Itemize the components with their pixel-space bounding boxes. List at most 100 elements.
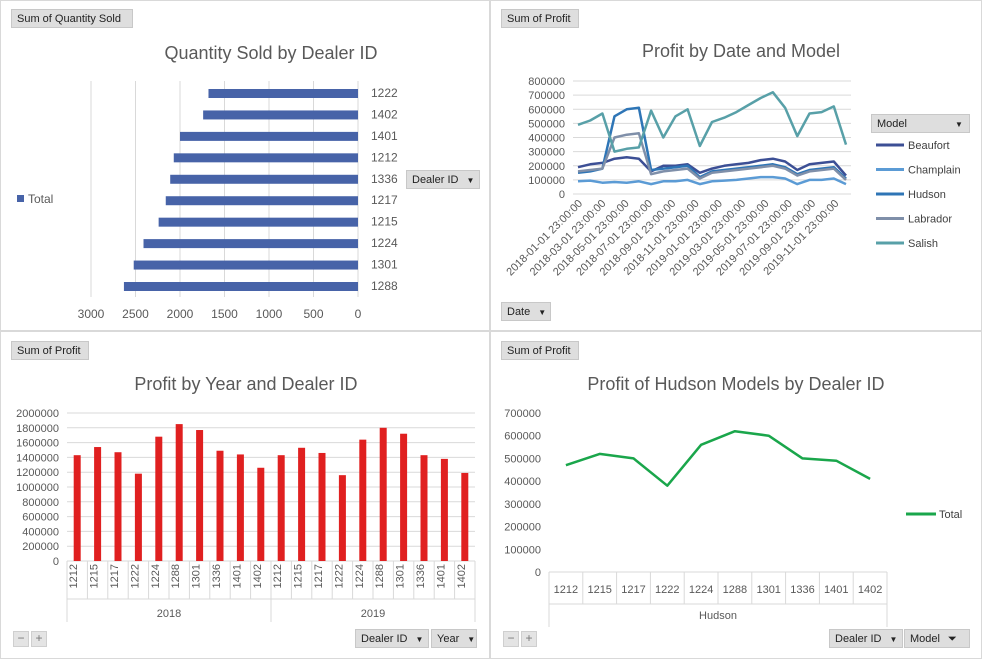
y-tick-label: 200000 (504, 522, 541, 534)
x-tick-label: 1215 (587, 584, 611, 596)
zoom-in-button[interactable]: + (31, 631, 47, 647)
x-tick-label: 1288 (723, 584, 747, 596)
dealer-id-axis-button[interactable]: Dealer ID ▼ (355, 629, 429, 648)
bar (155, 436, 163, 561)
x-tick-label: 1224 (150, 564, 162, 588)
dealer-id-axis-button[interactable]: Dealer ID ▼ (406, 170, 480, 189)
bar (216, 450, 224, 561)
bar (208, 89, 358, 98)
y-tick-label: 400000 (504, 476, 541, 488)
legend-label: Beaufort (908, 140, 950, 152)
y-tick-label: 300000 (528, 147, 565, 159)
x-tick-label: 1222 (129, 564, 141, 588)
x-tick-label: 1217 (109, 564, 121, 588)
bar (143, 239, 358, 249)
bar (298, 447, 306, 561)
x-tick-label: 1401 (435, 564, 447, 588)
y-tick-label: 800000 (22, 497, 59, 509)
chart-panel-hudson[interactable]: Sum of Profit Profit of Hudson Models by… (490, 331, 982, 659)
model-filter-button[interactable]: Model ⏷ (904, 629, 970, 648)
bar (359, 439, 367, 561)
x-tick-label: 1212 (272, 564, 284, 588)
chart1-svg: 3000 2500 2000 1500 1000 500 0 1288 1301 1224 1215… (17, 81, 398, 321)
series-line (577, 91, 848, 153)
legend-label: Total (28, 192, 53, 206)
group-label: Hudson (699, 610, 737, 622)
y-tick-label: 400000 (22, 526, 59, 538)
x-tick-label: 1402 (456, 564, 468, 588)
chart4-svg: 700000 600000 500000 400000 300000 200000 1000… (504, 408, 962, 627)
bar (123, 282, 359, 291)
chart-panel-quantity[interactable]: Sum of Quantity Sold Quantity Sold by De… (0, 0, 490, 331)
x-tick-label: 1301 (756, 584, 780, 596)
y-tick-label: 500000 (504, 453, 541, 465)
group-label: 2018 (157, 608, 181, 620)
zoom-out-button[interactable]: − (503, 631, 519, 647)
x-tick-label: 1215 (89, 564, 101, 588)
y-tick-label: 1336 (371, 172, 398, 186)
y-tick-label: 800000 (528, 76, 565, 88)
y-tick-label: 1212 (371, 150, 398, 164)
x-tick-label: 1301 (395, 564, 407, 588)
x-tick-label: 1000 (256, 307, 283, 321)
y-tick-label: 1600000 (16, 438, 59, 450)
y-tick-label: 1217 (371, 193, 398, 207)
dealer-id-axis-button[interactable]: Dealer ID ▼ (829, 629, 903, 648)
bar (277, 455, 285, 561)
x-tick-label: 1222 (655, 584, 679, 596)
x-tick-label: 1217 (313, 564, 325, 588)
chart3-svg: 2000000180000016000001400000120000010000… (16, 408, 476, 622)
series-line (577, 175, 847, 186)
x-tick-label: 1402 (252, 564, 264, 588)
chart-panel-profit-date[interactable]: Sum of Profit Profit by Date and Model 8… (490, 0, 982, 331)
y-tick-label: 600000 (504, 431, 541, 443)
x-tick-label: 3000 (78, 307, 105, 321)
x-tick-label: 1212 (554, 584, 578, 596)
x-tick-label: 1215 (293, 564, 305, 588)
legend-label: Total (939, 509, 962, 521)
year-axis-button[interactable]: Year ▼ (431, 629, 477, 648)
y-tick-label: 1402 (371, 107, 398, 121)
bar (170, 174, 358, 184)
bar (203, 110, 358, 120)
x-tick-label: 1336 (415, 564, 427, 588)
bar (338, 475, 346, 561)
filter-icon: ⏷ (947, 633, 957, 645)
y-tick-label: 600000 (22, 512, 59, 524)
y-tick-label: 1215 (371, 215, 398, 229)
model-legend-button[interactable]: Model ▼ (871, 114, 970, 133)
y-tick-label: 1301 (371, 258, 398, 272)
legend-swatch (17, 195, 24, 202)
y-tick-label: 700000 (504, 408, 541, 420)
chevron-down-icon: ▼ (467, 635, 476, 644)
x-tick-label: 1401 (824, 584, 848, 596)
chevron-down-icon: ▼ (889, 635, 898, 644)
y-tick-label: 1000000 (16, 482, 59, 494)
legend-label: Salish (908, 238, 938, 250)
zoom-in-button[interactable]: + (521, 631, 537, 647)
series-line (565, 429, 871, 487)
bar (134, 473, 142, 561)
y-tick-label: 700000 (528, 90, 565, 102)
series-line (577, 132, 847, 181)
x-tick-label: 1336 (211, 564, 223, 588)
zoom-out-button[interactable]: − (13, 631, 29, 647)
x-tick-label: 1212 (68, 564, 80, 588)
chart-panel-profit-year[interactable]: Sum of Profit Profit by Year and Dealer … (0, 331, 490, 659)
x-tick-label: 1401 (231, 564, 243, 588)
y-tick-label: 1288 (371, 279, 398, 293)
y-tick-label: 400000 (528, 133, 565, 145)
bar (379, 427, 387, 561)
y-tick-label: 2000000 (16, 408, 59, 420)
chevron-down-icon: ▼ (466, 176, 475, 185)
bar (158, 217, 358, 227)
bar (73, 455, 81, 561)
bar (196, 430, 204, 561)
x-tick-label: 500 (303, 307, 323, 321)
bar (175, 424, 183, 561)
y-tick-label: 1400000 (16, 452, 59, 464)
bar (420, 455, 428, 561)
bar (257, 467, 265, 561)
date-axis-button[interactable]: Date ▼ (501, 302, 551, 321)
x-tick-label: 2000 (167, 307, 194, 321)
